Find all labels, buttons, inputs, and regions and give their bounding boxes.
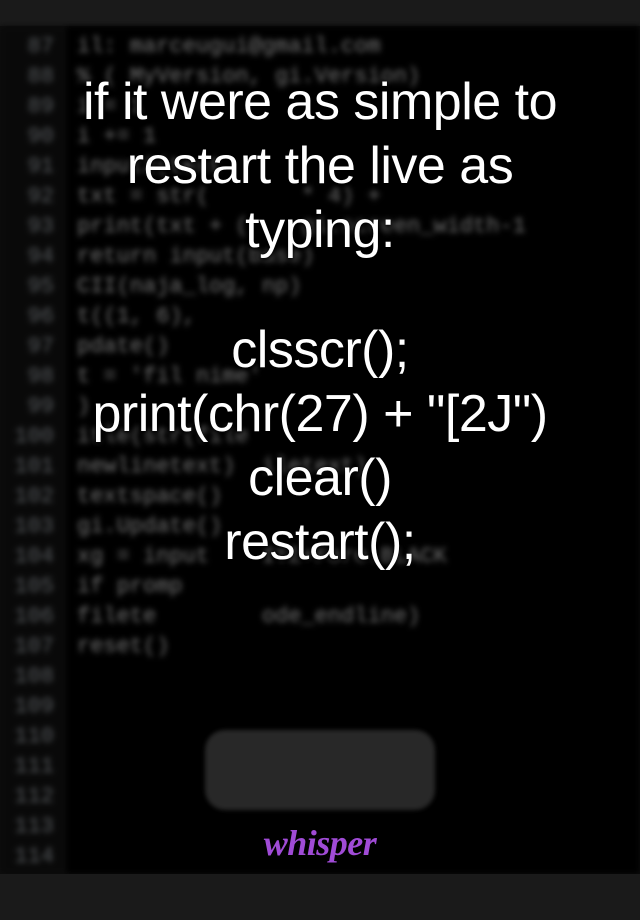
msg-line-1: if it were as simple to (83, 70, 557, 134)
code-line: il: marceugui@gmail.com (77, 32, 640, 62)
msg-line-6: clear() (248, 446, 392, 510)
bottom-bar (0, 874, 640, 920)
whisper-card: 8788899091929394959697989910010110210310… (0, 0, 640, 920)
confession-text: if it were as simple to restart the live… (0, 70, 640, 830)
top-bar (0, 0, 640, 26)
msg-line-4: clsscr(); (231, 318, 408, 382)
msg-line-5: print(chr(27) + "[2J") (92, 382, 547, 446)
whisper-logo: whisper (0, 822, 640, 864)
msg-line-7: restart(); (224, 510, 415, 574)
msg-line-2: restart the live as (127, 134, 513, 198)
line-number: 87 (0, 32, 64, 62)
msg-line-3: typing: (245, 198, 395, 262)
